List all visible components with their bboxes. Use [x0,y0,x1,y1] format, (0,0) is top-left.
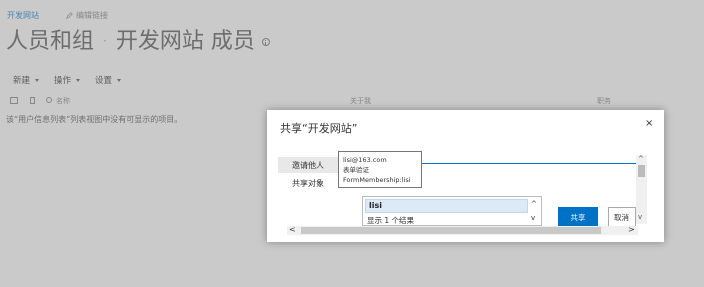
tab-shared-with[interactable]: 共享对象 [292,178,324,189]
dialog-title: 共享“开发网站” [280,122,358,135]
tooltip-email: lisi@163.com [343,156,387,164]
picker-results-count: 显示 1 个结果 [367,216,415,225]
scroll-left-icon[interactable]: < [289,225,296,234]
chevron-up-icon[interactable]: ^ [531,200,537,208]
close-icon[interactable]: × [645,118,653,129]
horizontal-scrollbar[interactable]: < > [287,225,638,235]
share-dialog: 共享“开发网站” × 邀请他人 共享对象 ^ v lisi ^ 显示 1 个结果… [267,110,664,242]
tooltip-auth-type: 表单验证 [343,166,369,174]
h-scroll-thumb[interactable] [301,227,601,234]
scroll-thumb[interactable] [638,165,645,177]
tooltip-membership: FormMembership:lisi [343,176,411,184]
people-picker-input[interactable]: lisi [365,199,528,213]
vertical-scrollbar[interactable]: ^ v [636,155,647,224]
scroll-up-icon[interactable]: ^ [638,155,644,163]
scroll-down-icon[interactable]: v [638,213,642,221]
cancel-button[interactable]: 取消 [608,207,636,227]
people-picker: lisi ^ 显示 1 个结果 v [362,196,542,226]
share-button[interactable]: 共享 [558,207,598,227]
chevron-down-icon[interactable]: v [531,214,535,222]
scroll-right-icon[interactable]: > [628,225,635,234]
user-tooltip: lisi@163.com 表单验证 FormMembership:lisi [338,151,422,188]
